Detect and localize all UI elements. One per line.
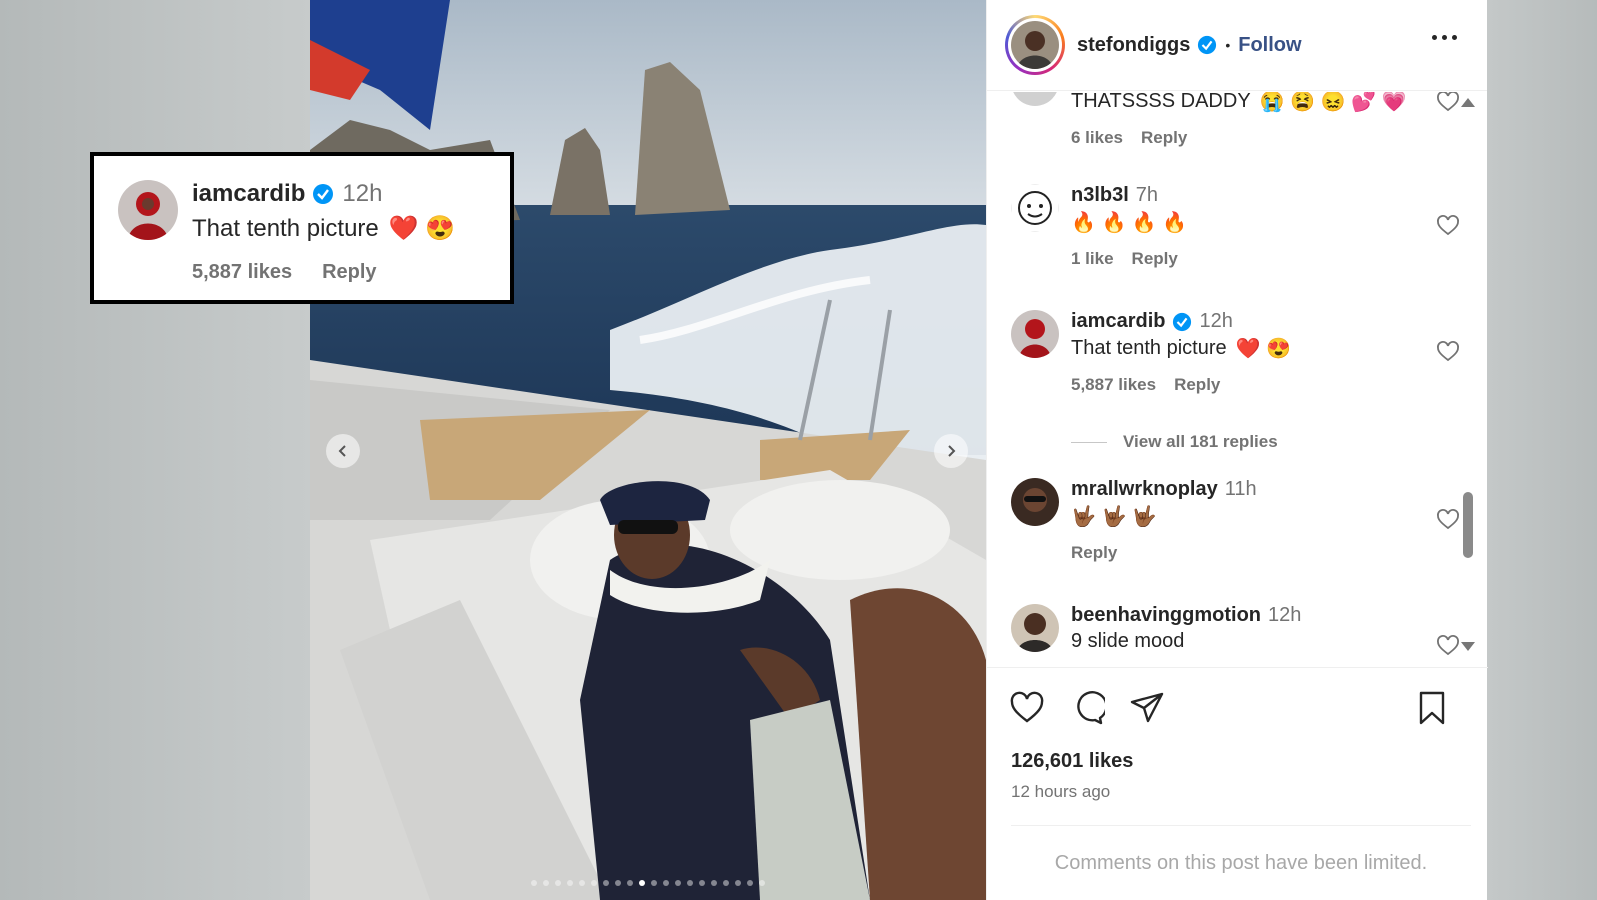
carousel-dot [711, 880, 717, 886]
next-slide-button[interactable] [934, 434, 968, 468]
carousel-dot [603, 880, 609, 886]
post-side-panel: stefondiggs • Follow THATSSSS DADDY 😭 😫 … [986, 0, 1488, 900]
reply-button[interactable]: Reply [1141, 128, 1187, 148]
scrollbar-thumb[interactable] [1463, 492, 1473, 558]
more-dots-icon[interactable] [1432, 35, 1457, 40]
carousel-dot [567, 880, 573, 886]
post-author-username[interactable]: stefondiggs [1077, 34, 1190, 57]
reply-button[interactable]: Reply [1174, 375, 1220, 395]
comment-likes[interactable]: 6 likes [1071, 128, 1123, 148]
carousel-dot [543, 880, 549, 886]
follow-button[interactable]: Follow [1238, 34, 1301, 57]
carousel-dot [579, 880, 585, 886]
carousel-dot [639, 880, 645, 886]
avatar [118, 180, 178, 240]
heart-icon[interactable] [1436, 214, 1460, 238]
post-likes-count[interactable]: 126,601 likes [1011, 750, 1133, 773]
post-actions: 126,601 likes 12 hours ago Comments on t… [987, 667, 1488, 900]
comments-limited-notice: Comments on this post have been limited. [1011, 825, 1471, 875]
story-ring[interactable] [1005, 15, 1065, 75]
highlighted-comment-callout: iamcardib 12h That tenth picture ❤️ 😍 5,… [90, 152, 514, 304]
carousel-dot [675, 880, 681, 886]
prev-slide-button[interactable] [326, 434, 360, 468]
bookmark-icon[interactable] [1414, 690, 1450, 726]
carousel-dot [531, 880, 537, 886]
heart-icon[interactable] [1436, 340, 1460, 364]
avatar [1011, 21, 1059, 69]
carousel-dot [555, 880, 561, 886]
avatar [1011, 478, 1059, 526]
avatar [1011, 184, 1059, 232]
comment-time: 12h [342, 180, 383, 207]
scroll-up-arrow[interactable] [1461, 98, 1475, 107]
comment-bubble-icon[interactable] [1069, 690, 1105, 726]
carousel-dot [615, 880, 621, 886]
comment-username[interactable]: n3lb3l [1071, 184, 1129, 207]
comment-text: That tenth picture [192, 214, 379, 242]
carousel-dot [735, 880, 741, 886]
comment-time: 12h [1268, 604, 1302, 626]
heart-icon[interactable] [1436, 634, 1460, 658]
comment-text: 9 slide mood [1071, 630, 1185, 652]
carousel-indicator [310, 880, 986, 886]
carousel-dot [663, 880, 669, 886]
scroll-down-arrow[interactable] [1461, 642, 1475, 651]
verified-badge-icon [313, 184, 334, 204]
carousel-dot [687, 880, 693, 886]
comment-likes[interactable]: 5,887 likes [1071, 375, 1156, 395]
carousel-dot [759, 880, 765, 886]
avatar [1011, 310, 1059, 358]
view-all-replies-button[interactable]: View all 181 replies [1071, 432, 1278, 452]
avatar [1011, 604, 1059, 652]
comment-text: THATSSSS DADDY [1071, 92, 1251, 112]
comment-text: That tenth picture [1071, 337, 1227, 359]
emoji: 🔥 🔥 🔥 🔥 [1071, 212, 1188, 234]
comment-username[interactable]: beenhavinggmotion [1071, 604, 1261, 627]
verified-badge-icon [1173, 312, 1192, 331]
comment-time: 11h [1224, 478, 1257, 500]
avatar [1011, 92, 1059, 106]
emoji: 🤟🏾 🤟🏾 🤟🏾 [1071, 506, 1157, 528]
emoji: 😭 😫 😖 💕 💗 [1259, 92, 1407, 113]
background-right [1487, 0, 1597, 900]
carousel-dot [723, 880, 729, 886]
view-all-replies-label: View all 181 replies [1123, 432, 1278, 451]
comment-likes[interactable]: 1 like [1071, 249, 1114, 269]
comment-username[interactable]: mrallwrknoplay [1071, 478, 1218, 501]
comment-username[interactable]: iamcardib [1071, 310, 1165, 333]
carousel-dot [699, 880, 705, 886]
post-timestamp: 12 hours ago [1011, 782, 1111, 801]
comment-username[interactable]: iamcardib [192, 180, 305, 208]
heart-icon[interactable] [1009, 690, 1045, 726]
paper-plane-icon[interactable] [1129, 690, 1165, 726]
heart-icon[interactable] [1436, 508, 1460, 532]
divider [1071, 441, 1107, 443]
comment-time: 12h [1199, 310, 1233, 332]
emoji: ❤️ 😍 [388, 215, 456, 242]
verified-badge-icon [1198, 35, 1217, 55]
emoji: ❤️ 😍 [1235, 338, 1292, 360]
post-photo [310, 0, 986, 900]
heart-icon[interactable] [1436, 92, 1460, 114]
reply-button[interactable]: Reply [322, 261, 376, 284]
comment-time: 7h [1135, 184, 1159, 206]
carousel-dot [747, 880, 753, 886]
post-header: stefondiggs • Follow [987, 0, 1487, 91]
comment-likes[interactable]: 5,887 likes [192, 261, 292, 284]
carousel-dot [651, 880, 657, 886]
reply-button[interactable]: Reply [1132, 249, 1178, 269]
comments-list[interactable]: THATSSSS DADDY 😭 😫 😖 💕 💗 6 likes Reply n… [987, 92, 1488, 667]
reply-button[interactable]: Reply [1071, 543, 1117, 563]
carousel-dot [627, 880, 633, 886]
carousel-dot [591, 880, 597, 886]
background-left [0, 0, 310, 900]
chevron-left-icon [338, 445, 346, 457]
separator-dot: • [1225, 37, 1231, 53]
chevron-right-icon [948, 445, 956, 457]
